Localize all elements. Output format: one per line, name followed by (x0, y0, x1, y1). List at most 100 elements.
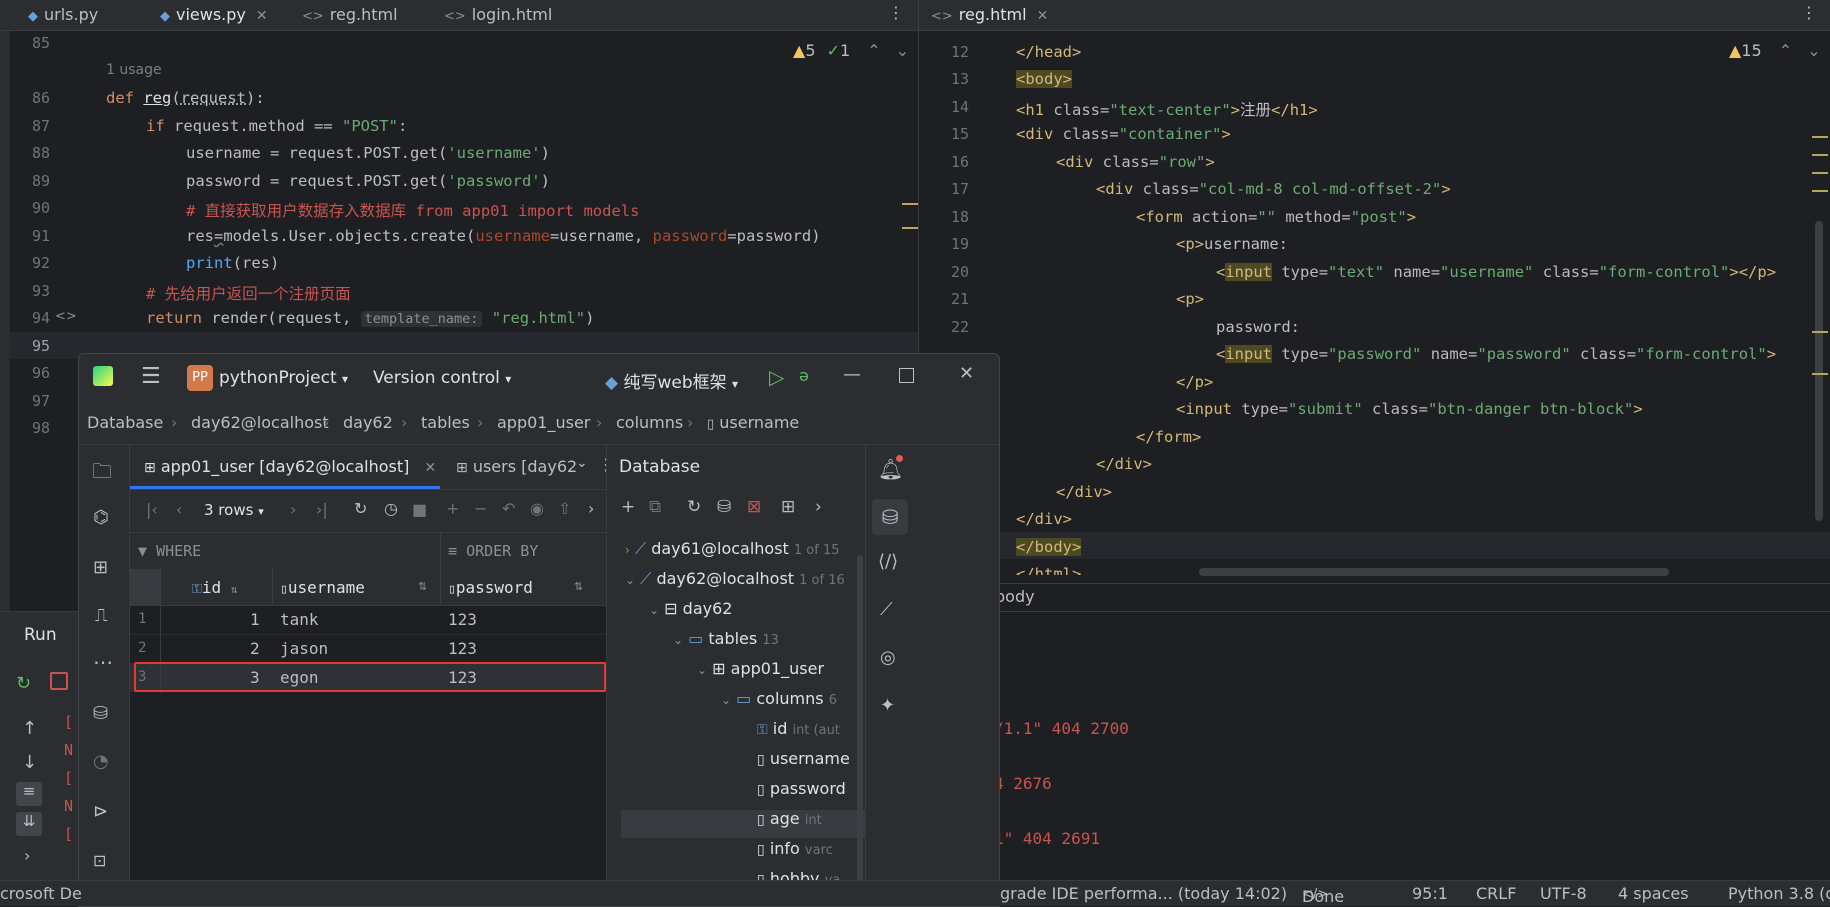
html-line-25[interactable]: </form> (1136, 428, 1201, 446)
structure-icon[interactable]: ⊞ (93, 557, 108, 578)
html-line-13[interactable]: <body> (1016, 70, 1072, 88)
tree-node-day62[interactable]: ⌄ ⊟ day62 (649, 599, 732, 618)
code-line-89[interactable]: password = request.POST.get('password') (186, 172, 550, 190)
status-left[interactable]: crosoft De (0, 884, 82, 903)
main-menu-icon[interactable]: ☰ (141, 364, 161, 389)
table-view-icon[interactable]: ⊞ (781, 497, 795, 517)
order-by-filter[interactable]: ≡ ORDER BY (448, 542, 538, 560)
html-line-15[interactable]: <div class="container"> (1016, 125, 1231, 143)
stop-icon[interactable] (50, 672, 68, 690)
caret-position[interactable]: 95:1 (1412, 884, 1448, 903)
horizontal-scrollbar[interactable] (1199, 568, 1669, 576)
html-line-22b[interactable]: <input type="password" name="password" c… (1216, 345, 1776, 363)
close-icon[interactable]: ✕ (424, 460, 436, 476)
tree-node-columns[interactable]: ⌄ ▭ columns 6 (721, 689, 837, 708)
more-tabs-icon[interactable]: ⋮ (1801, 4, 1817, 34)
run-panel-title[interactable]: Run (24, 625, 57, 645)
breadcrumb-item[interactable]: ▯ username (707, 413, 799, 432)
python-console-icon[interactable]: ⌬ (93, 507, 109, 528)
prev-page-icon[interactable]: ‹ (176, 500, 182, 519)
chevron-down-icon[interactable]: ⌄ (576, 455, 588, 471)
chevron-down-icon[interactable]: ⌄ (1807, 41, 1820, 60)
html-line-20[interactable]: <input type="text" name="username" class… (1216, 263, 1776, 281)
html-line-28[interactable]: </div> (1016, 510, 1072, 528)
fold-icon[interactable]: <> (55, 309, 77, 324)
chevron-up-icon[interactable]: ⌃ (867, 41, 880, 60)
indent-setting[interactable]: 4 spaces (1618, 884, 1689, 903)
breadcrumb-item[interactable]: Database (87, 413, 163, 432)
breadcrumb-item[interactable]: day62 (343, 413, 393, 432)
profiler-icon[interactable]: ◔ (93, 751, 109, 772)
arrow-up-icon[interactable]: ↑ (22, 718, 37, 739)
chevron-down-icon[interactable]: ⌄ (896, 41, 909, 60)
next-page-icon[interactable]: › (290, 500, 296, 519)
disconnect-icon[interactable]: ⊠ (747, 497, 761, 517)
vcs-selector[interactable]: Version control ▾ (373, 368, 511, 388)
chevron-right-icon[interactable]: › (815, 497, 822, 517)
tree-node-password[interactable]: ▯ password (757, 779, 846, 798)
terminal-icon[interactable]: ⊡ (93, 851, 106, 870)
file-encoding[interactable]: UTF-8 (1540, 884, 1587, 903)
right-editor[interactable]: ▲15 ⌃ ⌄ 12 13 14 15 16 17 18 19 20 21 22… (919, 31, 1830, 583)
code-line-93[interactable]: # 先给用户返回一个注册页面 (146, 282, 351, 304)
table-row[interactable]: 2 2 jason 123 (130, 635, 606, 664)
python-interpreter[interactable]: Python 3.8 (django) (1728, 884, 1830, 903)
usage-hint[interactable]: 1 usage (106, 62, 162, 78)
tree-node-day61[interactable]: › ⟋ day61@localhost 1 of 15 (625, 539, 840, 559)
database-tool-icon[interactable]: ⛁ (93, 703, 108, 724)
status-upgrade[interactable]: grade IDE performa... (today 14:02) (1000, 884, 1287, 903)
close-window-icon[interactable]: ✕ (959, 363, 974, 384)
tab-app01-user[interactable]: ⊞ app01_user [day62@localhost] ✕ (144, 457, 436, 476)
select-all-cell[interactable] (130, 569, 160, 605)
code-line-91[interactable]: res=models.User.objects.create(username=… (186, 227, 821, 245)
html-line-22[interactable]: password: (1216, 318, 1300, 336)
preview-icon[interactable]: ◉ (530, 499, 544, 518)
db-properties-icon[interactable]: ⛁ (717, 497, 731, 517)
minimize-icon[interactable]: — (843, 364, 861, 385)
html-line-27[interactable]: </div> (1056, 483, 1112, 501)
revert-icon[interactable]: ↶ (502, 499, 515, 518)
add-icon[interactable]: + (621, 497, 635, 517)
code-line-86[interactable]: def reg(request): (106, 89, 265, 107)
line-separator[interactable]: CRLF (1476, 884, 1516, 903)
copy-icon[interactable]: ⧉ (649, 497, 661, 517)
refresh-icon[interactable]: ↻ (687, 497, 701, 517)
close-icon[interactable]: ✕ (1037, 8, 1049, 24)
sort-icon[interactable]: ⇅ (418, 580, 427, 593)
code-line-92[interactable]: print(res) (186, 254, 279, 272)
inspection-widget[interactable]: ▲5 ✓1 ⌃ ⌄ (793, 41, 909, 60)
breadcrumb-item[interactable]: columns (616, 413, 683, 432)
coverage-icon[interactable]: ◎ (880, 647, 896, 668)
tree-node-app01-user[interactable]: ⌄ ⊞ app01_user (697, 659, 824, 678)
tree-node-tables[interactable]: ⌄ ▭ tables 13 (673, 629, 779, 648)
close-icon[interactable]: ✕ (256, 8, 268, 24)
services-icon[interactable]: ⊳ (93, 801, 108, 822)
folder-icon[interactable]: 🗀 (92, 457, 112, 491)
code-line-87[interactable]: if request.method == "POST": (146, 117, 407, 135)
tree-node-info[interactable]: ▯ info varc (757, 839, 833, 858)
arrow-down-icon[interactable]: ↓ (22, 752, 37, 773)
last-page-icon[interactable]: ›| (316, 500, 328, 519)
tree-node-day62-localhost[interactable]: ⌄ ⟋ day62@localhost 1 of 16 (625, 569, 845, 589)
tab-users[interactable]: ⊞ users [day62@ (456, 457, 576, 476)
debug-icon[interactable]: ǝ (799, 366, 809, 385)
sciview-icon[interactable]: ⟋ (880, 599, 893, 620)
breadcrumb-item[interactable]: tables (421, 413, 470, 432)
scroll-to-end-icon[interactable]: ⇊ (16, 812, 42, 836)
tree-scrollbar[interactable] (857, 555, 863, 885)
html-line-17[interactable]: <div class="col-md-8 col-md-offset-2"> (1096, 180, 1451, 198)
code-line-88[interactable]: username = request.POST.get('username') (186, 144, 550, 162)
column-header-username[interactable]: ▯username (280, 578, 365, 597)
html-line-18[interactable]: <form action="" method="post"> (1136, 208, 1416, 226)
html-line-19[interactable]: <p>username: (1176, 235, 1288, 253)
rows-selector[interactable]: 3 rows ▾ (204, 501, 264, 519)
chevron-up-icon[interactable]: ⌃ (1779, 41, 1792, 60)
table-row[interactable]: 1 1 tank 123 (130, 606, 606, 635)
breadcrumb-body[interactable]: body (995, 587, 1035, 606)
chevron-right-icon[interactable]: › (24, 846, 30, 865)
history-icon[interactable]: ◷ (384, 499, 398, 518)
breadcrumb-item[interactable]: day62@localhost (191, 413, 329, 432)
add-row-icon[interactable]: + (446, 499, 459, 518)
html-line-21[interactable]: <p> (1176, 290, 1204, 308)
tree-node-username[interactable]: ▯ username (757, 749, 850, 768)
